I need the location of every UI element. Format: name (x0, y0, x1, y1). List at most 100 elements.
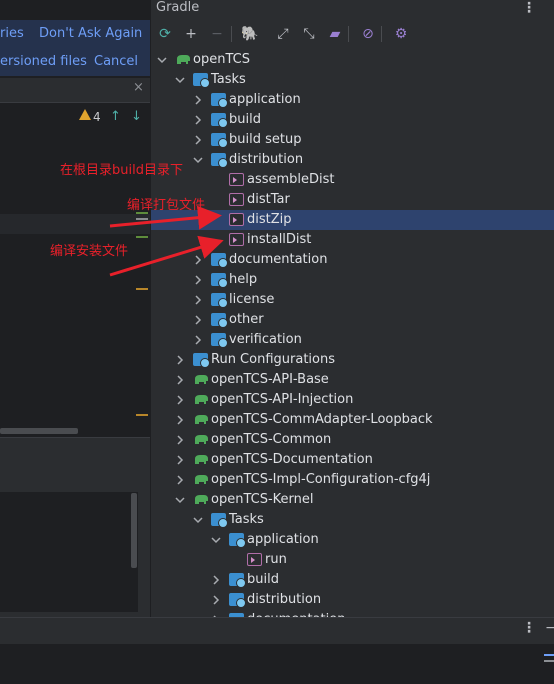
close-icon[interactable]: × (133, 80, 144, 95)
chevron-right-icon[interactable] (211, 574, 221, 586)
gradle-panel-title: Gradle (156, 0, 200, 15)
chevron-right-icon[interactable] (193, 314, 203, 326)
chevron-right-icon[interactable] (175, 394, 185, 406)
toolbar-separator (231, 26, 232, 42)
gradle-folder-icon (211, 113, 228, 128)
chevron-right-icon[interactable] (211, 594, 221, 606)
gutter-marker[interactable] (136, 414, 148, 416)
horizontal-scrollbar[interactable] (0, 428, 78, 434)
chevron-right-icon[interactable] (175, 374, 185, 386)
chevron-down-icon[interactable] (157, 54, 167, 66)
gradle-tree-row[interactable]: openTCS-API-Base (151, 370, 554, 390)
gradle-tree-row[interactable]: Tasks (151, 510, 554, 530)
notif-link-partial-2[interactable]: ersioned files (0, 54, 87, 69)
gradle-tree-row[interactable]: application (151, 530, 554, 550)
gradle-tree-row[interactable]: openTCS-CommAdapter-Loopback (151, 410, 554, 430)
cancel-link[interactable]: Cancel (94, 54, 138, 69)
chevron-down-icon[interactable] (175, 74, 185, 86)
chevron-right-icon[interactable] (175, 454, 185, 466)
gradle-tree-row[interactable]: distribution (151, 150, 554, 170)
gradle-tree-row[interactable]: other (151, 310, 554, 330)
chevron-right-icon[interactable] (193, 254, 203, 266)
chevron-right-icon[interactable] (193, 274, 203, 286)
chevron-down-icon[interactable] (193, 154, 203, 166)
gradle-tree-row[interactable]: Run Configurations (151, 350, 554, 370)
next-highlight-icon[interactable]: ↓ (131, 109, 142, 124)
gradle-tree-row[interactable]: license (151, 290, 554, 310)
gradle-tree-row[interactable]: installDist (151, 230, 554, 250)
collapse-all-icon[interactable]: ⤡ (299, 24, 319, 44)
folder-icon[interactable]: ▰ (325, 24, 345, 44)
gradle-tree-row[interactable]: documentation (151, 250, 554, 270)
vertical-scrollbar[interactable] (131, 493, 137, 568)
gradle-tree-label: openTCS-Documentation (211, 452, 373, 467)
notif-link-partial-1[interactable]: ries (0, 26, 24, 41)
offline-icon[interactable]: ⊘ (358, 24, 378, 44)
toolbar-separator (348, 26, 349, 42)
gradle-tree-row[interactable]: openTCS (151, 50, 554, 70)
gradle-tree-row[interactable]: openTCS-API-Injection (151, 390, 554, 410)
refresh-icon[interactable]: ⟳ (155, 24, 175, 44)
bottom-toolbar-icon[interactable] (544, 660, 554, 662)
gradle-tree-row[interactable]: Tasks (151, 70, 554, 90)
gradle-tree-row[interactable]: distZip (151, 210, 554, 230)
chevron-right-icon[interactable] (175, 474, 185, 486)
bottom-toolbar-icon[interactable] (544, 654, 554, 656)
chevron-right-icon[interactable] (193, 94, 203, 106)
settings-icon[interactable]: ⚙ (391, 24, 411, 44)
chevron-right-icon[interactable] (175, 354, 185, 366)
gradle-tree-row[interactable]: application (151, 90, 554, 110)
chevron-right-icon[interactable] (193, 294, 203, 306)
annotation-note-install: 编译安装文件 (50, 244, 129, 259)
chevron-down-icon[interactable] (175, 494, 185, 506)
gradle-tree-row[interactable]: verification (151, 330, 554, 350)
gradle-tree-label: help (229, 272, 258, 287)
chevron-down-icon[interactable] (193, 514, 203, 526)
dont-ask-again-link[interactable]: Don't Ask Again (39, 26, 142, 41)
gradle-tree-row[interactable]: distTar (151, 190, 554, 210)
gradle-tree-row[interactable]: build (151, 110, 554, 130)
warning-icon[interactable] (79, 109, 91, 120)
chevron-right-icon[interactable] (193, 114, 203, 126)
add-icon[interactable]: + (181, 24, 201, 44)
gradle-elephant-icon (195, 435, 208, 444)
gradle-tree-row[interactable]: help (151, 270, 554, 290)
gutter-marker[interactable] (136, 288, 148, 290)
gradle-tree-row[interactable]: openTCS-Kernel (151, 490, 554, 510)
chevron-down-icon[interactable] (211, 534, 221, 546)
chevron-right-icon[interactable] (175, 434, 185, 446)
gradle-tree-row[interactable]: openTCS-Impl-Configuration-cfg4j (151, 470, 554, 490)
elephant-icon[interactable]: 🐘 (240, 24, 260, 44)
gradle-tree-label: build (247, 572, 279, 587)
gutter-marker[interactable] (136, 218, 148, 220)
toolbar-separator (381, 26, 382, 42)
gradle-tree-row[interactable]: assembleDist (151, 170, 554, 190)
chevron-right-icon[interactable] (175, 414, 185, 426)
gradle-tree-row[interactable]: openTCS-Common (151, 430, 554, 450)
gutter-marker[interactable] (136, 236, 148, 238)
gradle-tree-label: Run Configurations (211, 352, 335, 367)
gradle-tree-row[interactable]: distribution (151, 590, 554, 610)
gradle-task-icon (229, 213, 244, 226)
remove-icon[interactable]: − (207, 24, 227, 44)
gradle-tree-row[interactable]: build (151, 570, 554, 590)
gradle-tree-label: build setup (229, 132, 302, 147)
gradle-elephant-icon (195, 415, 208, 424)
expand-all-icon[interactable]: ⤢ (273, 24, 293, 44)
chevron-right-icon[interactable] (193, 334, 203, 346)
gradle-tree-row[interactable]: run (151, 550, 554, 570)
gradle-elephant-icon (195, 375, 208, 384)
minimize-icon[interactable]: − (545, 620, 554, 636)
bottom-panel-header (0, 618, 554, 644)
more-options-icon[interactable]: ⋮ (522, 0, 536, 16)
gradle-tree-label: verification (229, 332, 302, 347)
bottom-more-options-icon[interactable]: ⋮ (522, 620, 536, 636)
gradle-tree-row[interactable]: openTCS-Documentation (151, 450, 554, 470)
previous-highlight-icon[interactable]: ↑ (110, 109, 121, 124)
gradle-folder-icon (211, 513, 228, 528)
chevron-right-icon[interactable] (193, 134, 203, 146)
gradle-tree-row[interactable]: build setup (151, 130, 554, 150)
gradle-tree-label: Tasks (229, 512, 264, 527)
gradle-tree-label: application (229, 92, 301, 107)
gradle-folder-icon (229, 593, 246, 608)
